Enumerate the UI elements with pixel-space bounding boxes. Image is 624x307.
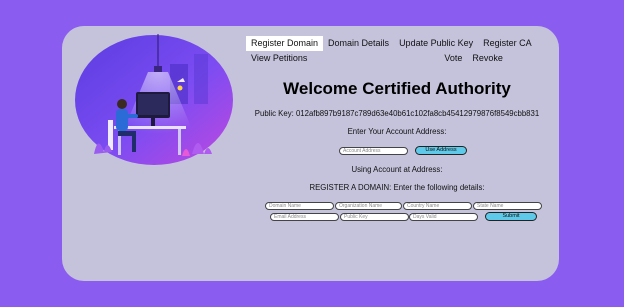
account-address-input[interactable]: [339, 147, 408, 155]
public-key-input[interactable]: [340, 213, 409, 221]
country-name-input[interactable]: [403, 202, 472, 210]
use-address-button[interactable]: Use Address: [415, 146, 467, 155]
nav-view-petitions[interactable]: View Petitions: [246, 51, 312, 66]
days-valid-input[interactable]: [409, 213, 478, 221]
page-title: Welcome Certified Authority: [283, 79, 511, 98]
email-address-input[interactable]: [270, 213, 339, 221]
public-key-text: Public Key: 012afb897b9187c789d63e40b61c…: [254, 109, 540, 118]
account-prompt: Enter Your Account Address:: [347, 127, 447, 136]
nav-domain-details[interactable]: Domain Details: [323, 36, 394, 51]
main-card: Register Domain Domain Details Update Pu…: [62, 26, 559, 281]
submit-button[interactable]: Submit: [485, 212, 537, 221]
register-heading: REGISTER A DOMAIN: Enter the following d…: [309, 183, 485, 192]
organization-name-input[interactable]: [335, 202, 402, 210]
nav-register-domain[interactable]: Register Domain: [246, 36, 324, 51]
nav-row-2: Vote Revoke: [439, 51, 508, 66]
nav-register-ca[interactable]: Register CA: [478, 36, 537, 51]
nav-revoke[interactable]: Revoke: [467, 51, 508, 66]
state-name-input[interactable]: [473, 202, 542, 210]
nav-update-public-key[interactable]: Update Public Key: [394, 36, 478, 51]
account-status: Using Account at Address:: [351, 165, 443, 174]
top-nav: Register Domain Domain Details Update Pu…: [246, 36, 552, 66]
domain-name-input[interactable]: [265, 202, 334, 210]
nav-vote[interactable]: Vote: [439, 51, 467, 66]
developer-illustration: [75, 34, 233, 165]
